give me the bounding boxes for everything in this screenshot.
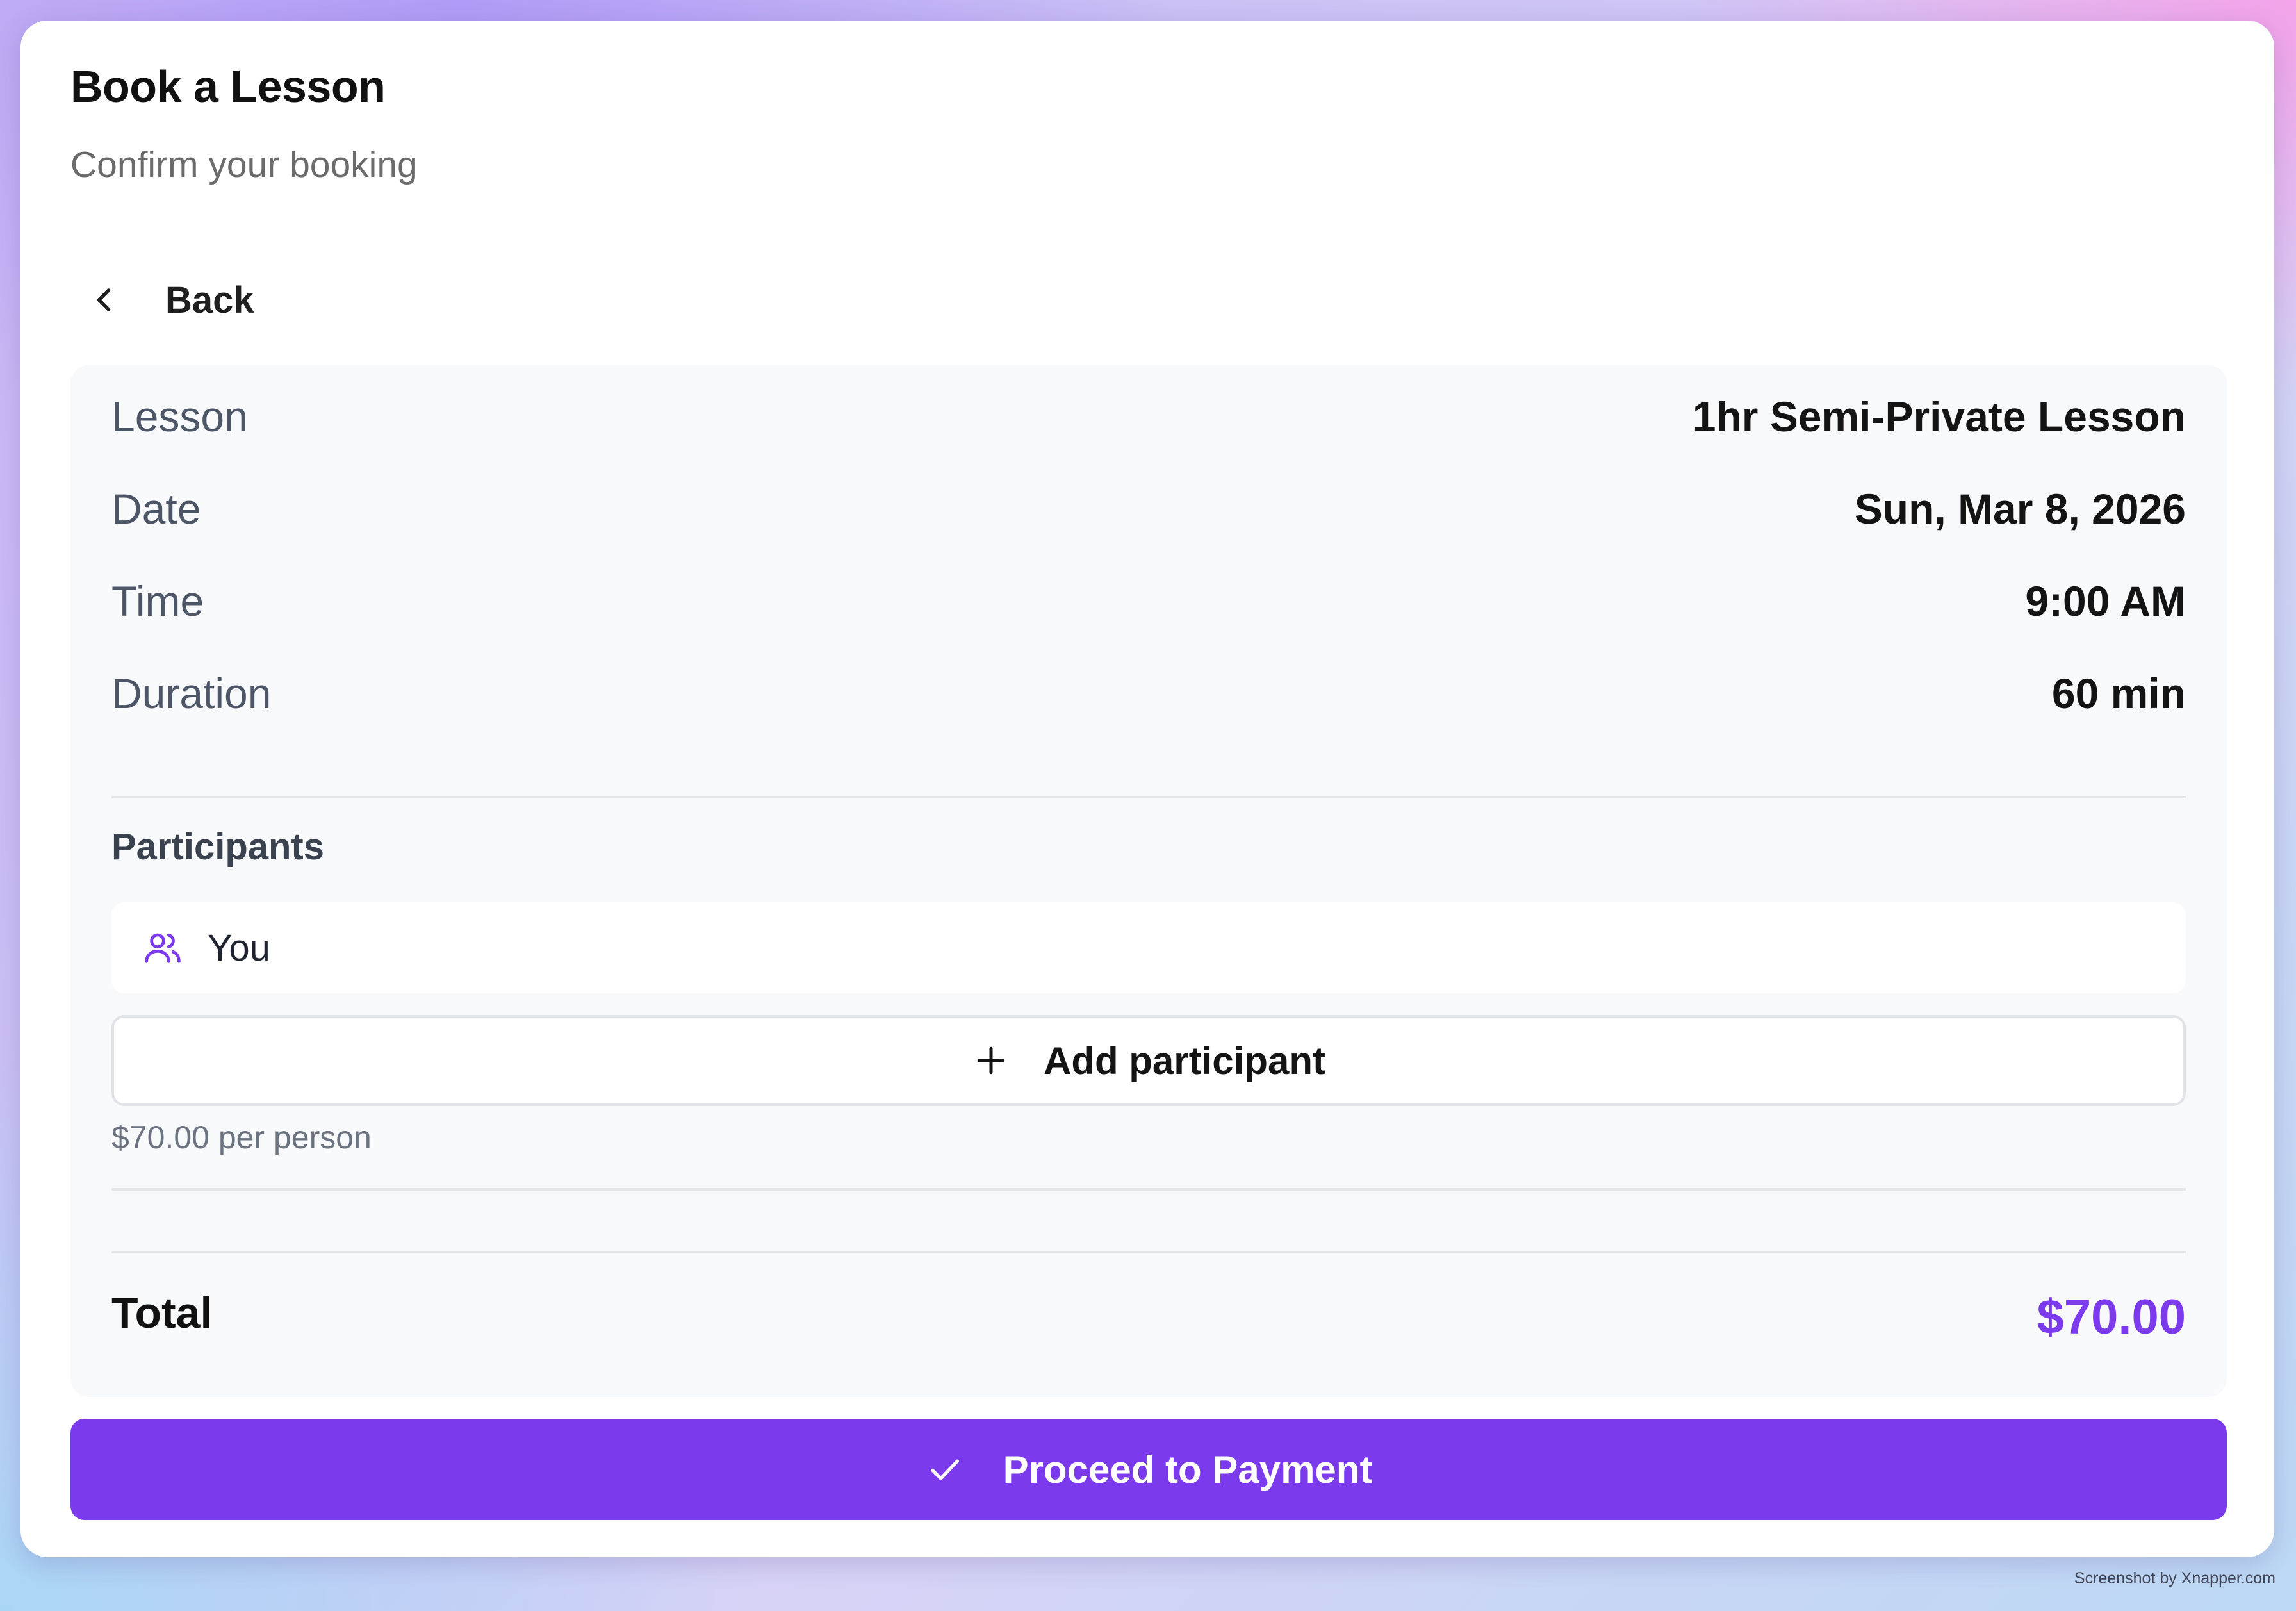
summary-value: 1hr Semi-Private Lesson [1692,393,2186,440]
summary-row-date: Date Sun, Mar 8, 2026 [111,477,2186,541]
proceed-to-payment-button[interactable]: Proceed to Payment [70,1419,2227,1520]
add-participant-button[interactable]: Add participant [111,1015,2186,1106]
participant-item: You [111,902,2186,993]
total-value: $70.00 [2037,1290,2186,1344]
divider [111,796,2186,798]
summary-key: Date [111,485,201,533]
total-label: Total [111,1289,213,1337]
check-icon [930,1459,959,1480]
divider [111,1251,2186,1253]
users-icon [145,933,181,963]
summary-value: 9:00 AM [2025,577,2186,625]
summary-row-duration: Duration 60 min [111,661,2186,725]
back-label: Back [165,279,254,321]
summary-key: Lesson [111,393,248,440]
divider [111,1188,2186,1191]
participants-heading: Participants [111,826,324,868]
back-button[interactable]: Back [85,261,254,338]
summary-row-time: Time 9:00 AM [111,569,2186,633]
summary-key: Duration [111,670,272,717]
booking-card: Book a Lesson Confirm your booking Back … [20,21,2274,1557]
watermark: Screenshot by Xnapper.com [2074,1569,2276,1587]
participant-name: You [208,927,270,969]
summary-value: Sun, Mar 8, 2026 [1854,485,2186,533]
summary-value: 60 min [2051,670,2186,717]
chevron-left-icon [97,288,111,311]
add-participant-label: Add participant [1043,1039,1325,1082]
summary-row-lesson: Lesson 1hr Semi-Private Lesson [111,384,2186,449]
price-per-person: $70.00 per person [111,1119,372,1155]
booking-summary-panel: Lesson 1hr Semi-Private Lesson Date Sun,… [70,365,2227,1397]
page-subtitle: Confirm your booking [70,144,418,185]
page-title: Book a Lesson [70,62,386,112]
summary-key: Time [111,577,204,625]
proceed-to-payment-label: Proceed to Payment [1003,1448,1373,1491]
plus-icon [977,1046,1005,1075]
